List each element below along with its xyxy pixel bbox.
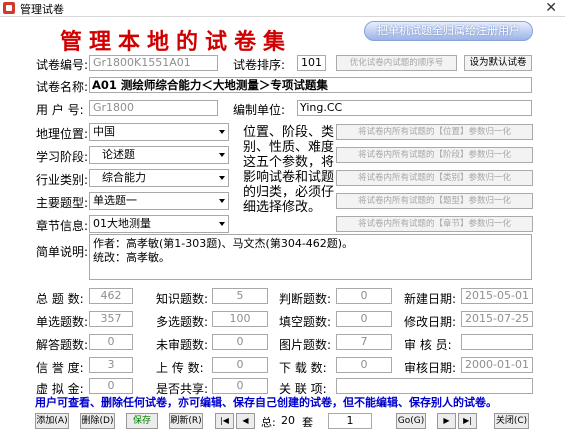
next-page-button[interactable]: ▶: [437, 413, 456, 429]
paper-name-field[interactable]: A01 测绘师综合能力＜大地测量＞专项试题集: [89, 77, 532, 93]
last-page-button[interactable]: ▶|: [458, 413, 477, 429]
answer-field[interactable]: 0: [89, 334, 133, 350]
single-field[interactable]: 357: [89, 311, 133, 327]
desc-textarea[interactable]: 作者：高孝敏(第1-303题)、马文杰(第304-462题)。 统改：高孝敏。: [89, 234, 532, 280]
total-sets-value: 20: [281, 414, 295, 427]
paper-name-label: 试卷名称:: [36, 80, 89, 94]
chevron-down-icon: [217, 170, 228, 186]
chevron-down-icon: [217, 216, 228, 232]
download-field[interactable]: 0: [336, 357, 392, 373]
chevron-down-icon: [217, 193, 228, 209]
first-page-button[interactable]: |◀: [215, 413, 234, 429]
total-sets-label: 总:: [261, 416, 276, 429]
stage-value: 论述题: [102, 148, 135, 161]
set-default-button[interactable]: 设为默认试卷: [464, 55, 532, 71]
virtual-field[interactable]: 0: [89, 378, 133, 394]
download-label: 下 载 数:: [279, 361, 327, 375]
close-button[interactable]: 关闭(C): [494, 413, 529, 429]
upload-field[interactable]: 0: [212, 357, 268, 373]
desc-line-1: 作者：高孝敏(第1-303题)、马文杰(第304-462题)。: [93, 237, 354, 250]
judge-field[interactable]: 0: [336, 288, 392, 304]
delete-button[interactable]: 删除(D): [80, 413, 115, 429]
page-title: 管理本地的试卷集: [60, 29, 293, 55]
single-label: 单选题数:: [36, 315, 89, 329]
location-value: 中国: [93, 125, 115, 138]
unaudited-field[interactable]: 0: [212, 334, 268, 350]
normalize-category-button[interactable]: 将试卷内所有试题的【类别】参数归一化: [336, 170, 533, 186]
go-button[interactable]: Go(G): [396, 413, 426, 429]
order-label: 试卷排序:: [233, 58, 286, 72]
main-type-label: 主要题型:: [36, 196, 89, 210]
credit-label: 信 誉 度:: [36, 361, 84, 375]
normalize-stage-button[interactable]: 将试卷内所有试题的【阶段】参数归一化: [336, 147, 533, 163]
modified-label: 修改日期:: [404, 315, 457, 329]
paper-no-label: 试卷编号:: [36, 58, 89, 72]
permission-info: 用户可查看、删除任何试卷，亦可编辑、保存自己创建的试卷，但不能编辑、保存别人的试…: [35, 396, 497, 409]
main-type-value: 单选题一: [93, 194, 137, 207]
credit-field[interactable]: 3: [89, 357, 133, 373]
refresh-button[interactable]: 刷新(R): [169, 413, 203, 429]
desc-label: 简单说明:: [36, 245, 89, 259]
fill-label: 填空题数:: [279, 315, 332, 329]
unit-field[interactable]: Ying.CC: [297, 100, 532, 116]
close-icon[interactable]: ✕: [545, 0, 557, 16]
app-icon: [3, 2, 15, 14]
answer-label: 解答题数:: [36, 338, 89, 352]
user-no-field[interactable]: Gr1800: [89, 100, 218, 116]
desc-line-2: 统改：高孝敏。: [93, 251, 170, 264]
stage-select[interactable]: 论述题: [89, 146, 229, 164]
multi-field[interactable]: 100: [212, 311, 268, 327]
paper-no-field[interactable]: Gr1800K1551A01: [89, 55, 218, 71]
user-no-label: 用 户 号:: [36, 103, 84, 117]
prev-page-button[interactable]: ◀: [236, 413, 255, 429]
optimize-order-button[interactable]: 优化试卷内试题的顺序号: [336, 55, 457, 71]
unaudited-label: 未审题数:: [156, 338, 209, 352]
image-label: 图片题数:: [279, 338, 332, 352]
unit-label: 编制单位:: [233, 103, 286, 117]
total-field[interactable]: 462: [89, 288, 133, 304]
save-button[interactable]: 保存(S): [126, 413, 158, 429]
chapter-value: 01大地测量: [93, 217, 151, 230]
normalize-location-button[interactable]: 将试卷内所有试题的【位置】参数归一化: [336, 124, 533, 140]
auditor-label: 审 核 员:: [404, 338, 452, 352]
normalize-type-button[interactable]: 将试卷内所有试题的【题型】参数归一化: [336, 193, 533, 209]
industry-select[interactable]: 综合能力: [89, 169, 229, 187]
chapter-label: 章节信息:: [36, 219, 89, 233]
created-label: 新建日期:: [404, 292, 457, 306]
page-number-field[interactable]: 1: [328, 413, 372, 429]
total-sets-unit: 套: [302, 416, 313, 429]
order-field[interactable]: 101: [297, 55, 326, 71]
related-field[interactable]: [336, 378, 533, 394]
chapter-select[interactable]: 01大地测量: [89, 215, 229, 233]
upload-label: 上 传 数:: [156, 361, 204, 375]
multi-label: 多选题数:: [156, 315, 209, 329]
stage-label: 学习阶段:: [36, 150, 89, 164]
title-bar: 管理试卷 ✕: [0, 0, 565, 17]
image-field[interactable]: 7: [336, 334, 392, 350]
add-button[interactable]: 添加(A): [35, 413, 69, 429]
chevron-down-icon: [217, 147, 228, 163]
created-field[interactable]: 2015-05-01: [461, 288, 533, 304]
location-select[interactable]: 中国: [89, 123, 229, 141]
chevron-down-icon: [217, 124, 228, 140]
modified-field[interactable]: 2015-07-25: [461, 311, 533, 327]
knowledge-field[interactable]: 5: [212, 288, 268, 304]
parameter-note: 位置、阶段、类别、性质、难度这五个参数，将影响试卷和试题的归类，必须仔细选择修改…: [243, 125, 335, 215]
normalize-chapter-button[interactable]: 将试卷内所有试题的【章节】参数归一化: [336, 216, 533, 232]
fill-field[interactable]: 0: [336, 311, 392, 327]
total-label: 总 题 数:: [36, 292, 84, 306]
assign-to-user-button[interactable]: 把单机试题全归属给注册用户: [364, 21, 533, 41]
industry-label: 行业类别:: [36, 173, 89, 187]
audit-date-label: 审核日期:: [404, 361, 457, 375]
knowledge-label: 知识题数:: [156, 292, 209, 306]
industry-value: 综合能力: [102, 171, 146, 184]
judge-label: 判断题数:: [279, 292, 332, 306]
window-title: 管理试卷: [20, 3, 64, 16]
location-label: 地理位置:: [36, 127, 89, 141]
audit-date-field[interactable]: 2000-01-01: [461, 357, 533, 373]
main-type-select[interactable]: 单选题一: [89, 192, 229, 210]
auditor-field[interactable]: [461, 334, 533, 350]
shared-field[interactable]: 0: [212, 378, 268, 394]
